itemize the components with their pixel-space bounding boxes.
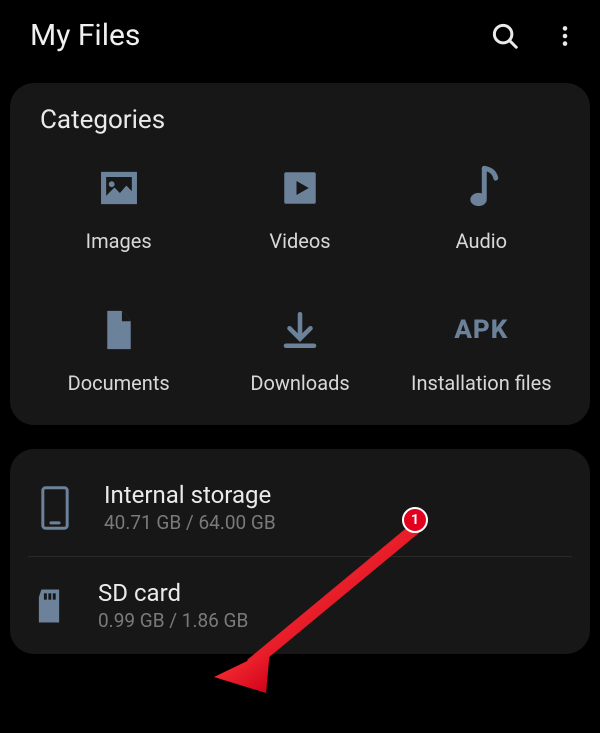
download-icon [279,307,321,353]
more-vert-icon [552,23,578,49]
category-label: Audio [456,229,508,253]
apk-icon: APK [454,307,508,353]
image-icon [97,165,141,211]
storage-title: Internal storage [104,481,276,509]
phone-icon [34,485,76,531]
storage-title: SD card [98,579,248,607]
sdcard-icon [28,587,70,625]
category-label: Documents [68,371,170,395]
annotation-badge: 1 [402,507,428,533]
video-icon [279,165,321,211]
category-label: Images [86,229,152,253]
category-label: Videos [269,229,330,253]
storage-sub: 0.99 GB / 1.86 GB [98,609,248,632]
search-icon [490,21,520,51]
category-label: Downloads [250,371,349,395]
categories-card: Categories Images Videos [10,83,590,425]
audio-icon [461,165,501,211]
category-downloads[interactable]: Downloads [209,307,390,395]
category-audio[interactable]: Audio [391,165,572,253]
storage-info: SD card 0.99 GB / 1.86 GB [98,579,248,632]
storage-internal[interactable]: Internal storage 40.71 GB / 64.00 GB [28,459,572,556]
app-header: My Files [0,0,600,83]
categories-grid: Images Videos Audio [28,165,572,395]
categories-title: Categories [40,105,572,135]
category-documents[interactable]: Documents [28,307,209,395]
search-button[interactable] [490,21,520,51]
category-videos[interactable]: Videos [209,165,390,253]
storage-info: Internal storage 40.71 GB / 64.00 GB [104,481,276,534]
storage-sdcard[interactable]: SD card 0.99 GB / 1.86 GB [28,556,572,654]
category-images[interactable]: Images [28,165,209,253]
storage-sub: 40.71 GB / 64.00 GB [104,511,276,534]
storage-card: Internal storage 40.71 GB / 64.00 GB SD … [10,449,590,654]
header-actions [490,21,578,51]
category-label: Installation files [411,371,552,395]
category-installation-files[interactable]: APK Installation files [391,307,572,395]
document-icon [101,307,137,353]
more-button[interactable] [552,23,578,49]
page-title: My Files [30,18,140,53]
